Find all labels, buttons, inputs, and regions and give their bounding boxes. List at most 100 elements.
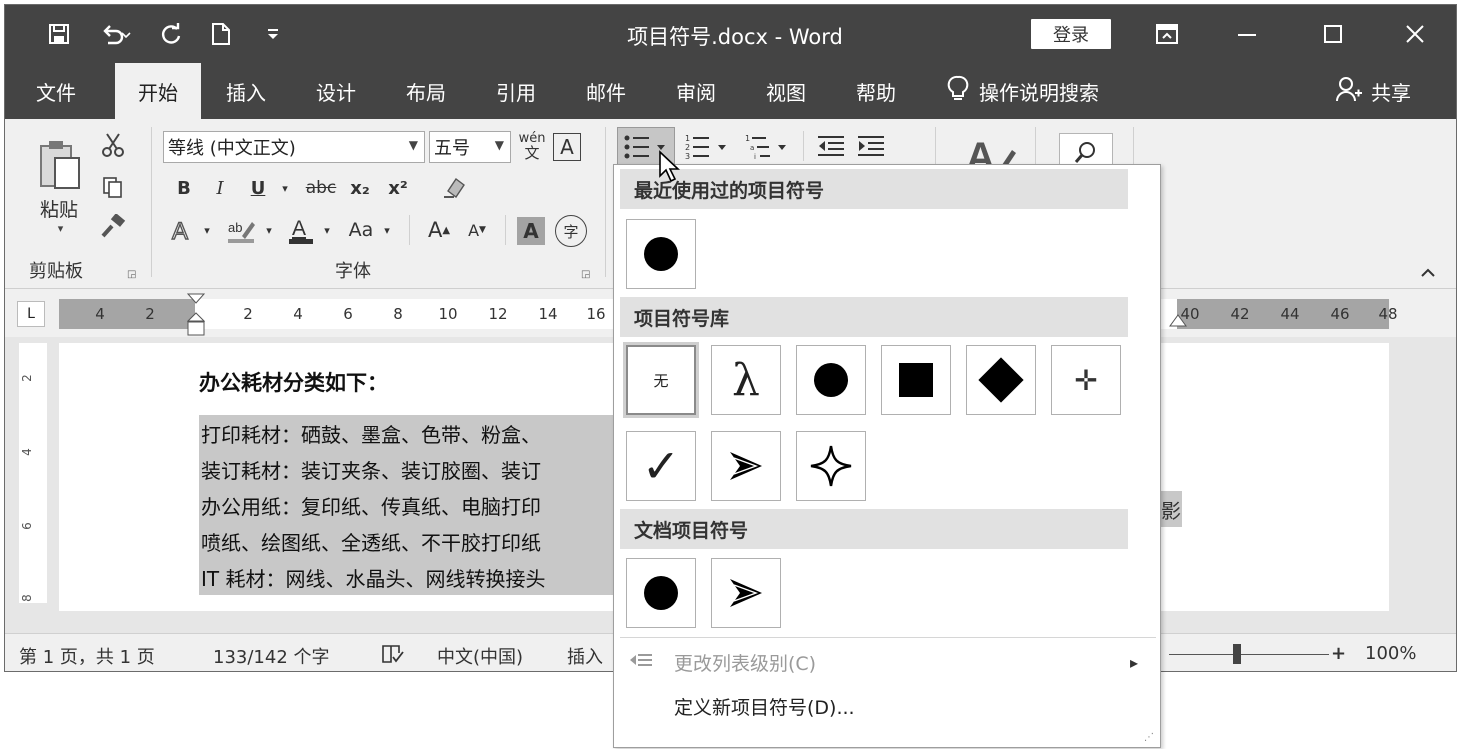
bullet-dot[interactable] — [796, 345, 866, 415]
tab-mailings[interactable]: 邮件 — [569, 63, 643, 119]
tab-help[interactable]: 帮助 — [839, 63, 913, 119]
paste-button[interactable]: 粘贴 ▾ — [31, 131, 87, 241]
text-effects-icon[interactable]: A — [167, 213, 199, 247]
bullet-diamond[interactable] — [966, 345, 1036, 415]
bullet-arrowhead[interactable] — [711, 431, 781, 501]
superscript-button[interactable]: x² — [383, 173, 413, 203]
phonetic-guide-button[interactable]: wén 文 — [515, 129, 549, 163]
clear-formatting-icon[interactable] — [437, 173, 469, 203]
recent-bullet-dot[interactable] — [626, 219, 696, 289]
document-line[interactable]: 打印耗材：硒鼓、墨盒、色带、粉盒、 — [199, 415, 619, 451]
bullet-plus[interactable]: ✛ — [1051, 345, 1121, 415]
ruler-left-margin — [59, 299, 195, 329]
clipboard-group-label: 剪贴板 — [29, 261, 83, 282]
bullet-lambda[interactable]: λ — [711, 345, 781, 415]
highlight-dropdown-icon[interactable]: ▾ — [261, 213, 277, 247]
close-icon[interactable] — [1385, 15, 1445, 53]
enclose-characters-button[interactable]: 字 — [555, 215, 587, 247]
grow-font-button[interactable]: A ▲ — [423, 213, 455, 247]
document-line[interactable]: 喷纸、绘图纸、全透纸、不干胶打印纸 — [199, 523, 619, 559]
zoom-level[interactable]: 100% — [1365, 643, 1416, 664]
vertical-ruler[interactable]: 2 4 6 8 — [19, 343, 47, 603]
tab-home[interactable]: 开始 — [115, 63, 201, 119]
collapse-ribbon-icon[interactable] — [1415, 259, 1441, 285]
define-new-bullet-item[interactable]: 定义新项目符号(D)... — [620, 685, 1156, 727]
resize-grip-icon[interactable]: ⋰ — [1144, 732, 1154, 743]
insert-mode[interactable]: 插入 — [567, 643, 603, 669]
indent-marker[interactable] — [186, 293, 206, 341]
paste-dropdown-icon[interactable]: ▾ — [58, 222, 64, 235]
italic-button[interactable]: I — [205, 173, 235, 203]
character-shading-button[interactable]: A — [517, 217, 545, 245]
change-case-button[interactable]: Aa — [343, 213, 379, 247]
document-line[interactable]: 办公用纸：复印纸、传真纸、电脑打印 — [199, 487, 619, 523]
document-bullet-arrowhead[interactable] — [711, 558, 781, 628]
customize-qat-icon[interactable] — [255, 17, 291, 51]
font-launcher-icon[interactable]: ◲ — [581, 269, 590, 280]
zoom-in-button[interactable]: + — [1331, 643, 1346, 664]
font-color-icon[interactable]: A — [285, 213, 317, 247]
language-indicator[interactable]: 中文(中国) — [437, 643, 523, 669]
document-heading[interactable]: 办公耗材分类如下： — [199, 367, 388, 397]
font-size-value: 五号 — [434, 138, 470, 159]
zoom-slider-thumb[interactable] — [1233, 644, 1241, 664]
share-button[interactable]: 共享 — [1335, 63, 1411, 119]
underline-button[interactable]: U — [243, 173, 273, 203]
text-effects-dropdown-icon[interactable]: ▾ — [199, 213, 215, 247]
strikethrough-button[interactable]: abc — [301, 173, 341, 203]
multilevel-list-button[interactable]: 1ai — [741, 127, 795, 167]
decrease-indent-icon[interactable] — [813, 129, 849, 163]
shrink-font-button[interactable]: A ▼ — [461, 213, 493, 247]
font-size-combo[interactable]: 五号 ▼ — [429, 131, 511, 163]
tab-review[interactable]: 审阅 — [659, 63, 733, 119]
undo-icon[interactable] — [93, 17, 141, 51]
login-button[interactable]: 登录 — [1031, 19, 1111, 49]
font-name-combo[interactable]: 等线 (中文正文) ▼ — [163, 131, 425, 163]
copy-icon[interactable] — [97, 171, 129, 203]
numbering-button[interactable]: 123 — [681, 127, 735, 167]
cut-icon[interactable] — [97, 129, 129, 161]
document-line[interactable]: IT 耗材：网线、水晶头、网线转换接头 — [199, 559, 619, 595]
change-list-level-item[interactable]: 更改列表级别(C) ▸ — [620, 641, 1156, 683]
increase-indent-icon[interactable] — [853, 129, 889, 163]
clipboard-launcher-icon[interactable]: ◲ — [127, 269, 136, 280]
bullet-square[interactable] — [881, 345, 951, 415]
tab-design[interactable]: 设计 — [299, 63, 373, 119]
tab-file[interactable]: 文件 — [19, 63, 93, 119]
document-trailing-char[interactable]: 影 — [1160, 491, 1182, 527]
font-color-dropdown-icon[interactable]: ▾ — [319, 213, 335, 247]
maximize-icon[interactable] — [1303, 15, 1363, 53]
bullet-check[interactable]: ✓ — [626, 431, 696, 501]
document-line[interactable]: 装订耗材：装订夹条、装订胶圈、装订 — [199, 451, 619, 487]
character-border-button[interactable]: A — [553, 133, 581, 161]
ruler-number: 12 — [488, 305, 508, 323]
tab-view[interactable]: 视图 — [749, 63, 823, 119]
font-size-dropdown-icon[interactable]: ▼ — [495, 138, 504, 152]
highlight-icon[interactable]: ab — [223, 213, 259, 247]
font-name-dropdown-icon[interactable]: ▼ — [409, 138, 418, 152]
right-indent-marker[interactable] — [1169, 313, 1187, 332]
change-case-dropdown-icon[interactable]: ▾ — [379, 213, 395, 247]
tab-selector[interactable]: L — [17, 301, 45, 327]
bold-button[interactable]: B — [169, 173, 199, 203]
tab-references[interactable]: 引用 — [479, 63, 553, 119]
page-count[interactable]: 第 1 页，共 1 页 — [19, 643, 155, 669]
tell-me-search[interactable]: 操作说明搜索 — [947, 63, 1099, 119]
zoom-slider-track[interactable] — [1169, 654, 1329, 655]
document-bullet-dot[interactable] — [626, 558, 696, 628]
ribbon-tabs: 文件 开始 插入 设计 布局 引用 邮件 审阅 视图 帮助 操作说明搜索 共享 — [5, 63, 1456, 119]
save-icon[interactable] — [41, 17, 77, 51]
proofing-icon[interactable] — [381, 643, 405, 670]
bullet-star[interactable] — [796, 431, 866, 501]
tab-insert[interactable]: 插入 — [209, 63, 283, 119]
ribbon-display-options-icon[interactable] — [1137, 15, 1197, 53]
word-count[interactable]: 133/142 个字 — [213, 643, 330, 669]
redo-icon[interactable] — [153, 17, 189, 51]
tab-layout[interactable]: 布局 — [389, 63, 463, 119]
subscript-button[interactable]: x₂ — [345, 173, 375, 203]
minimize-icon[interactable] — [1217, 15, 1277, 53]
bullet-none[interactable]: 无 — [623, 342, 699, 418]
underline-dropdown-icon[interactable]: ▾ — [275, 173, 295, 203]
format-painter-icon[interactable] — [97, 211, 129, 243]
new-document-icon[interactable] — [203, 17, 239, 51]
